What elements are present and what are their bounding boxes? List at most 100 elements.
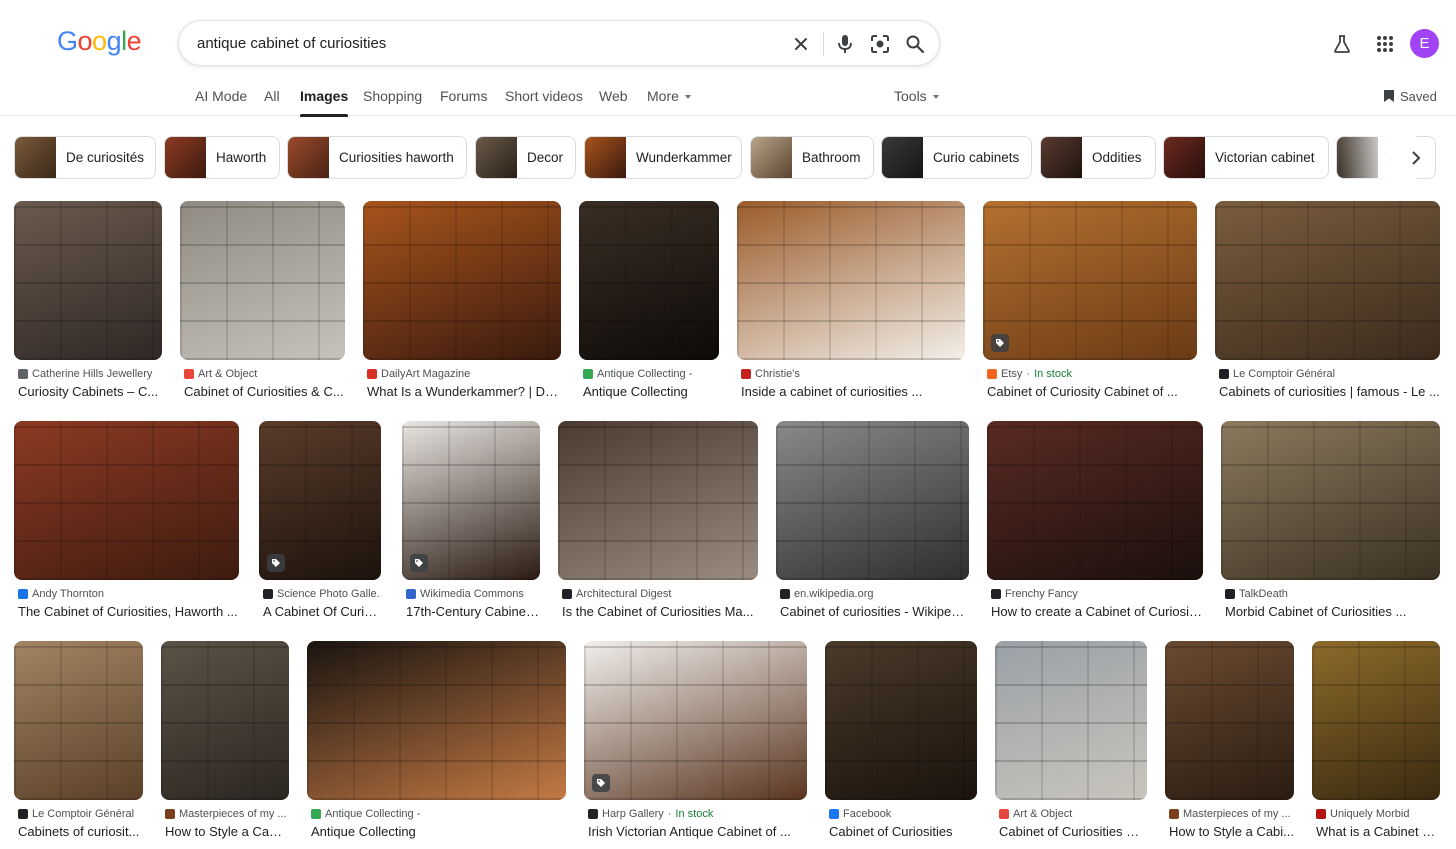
- result-thumbnail[interactable]: [14, 201, 162, 360]
- result-title[interactable]: Antique Collecting: [583, 384, 719, 399]
- result-title[interactable]: Morbid Cabinet of Curiosities ...: [1225, 604, 1440, 619]
- result-thumbnail[interactable]: [1221, 421, 1440, 580]
- result-thumbnail[interactable]: [995, 641, 1147, 800]
- chip-decor[interactable]: Decor: [475, 136, 576, 179]
- result-thumbnail[interactable]: [161, 641, 289, 800]
- image-result[interactable]: Etsy · In stock Cabinet of Curiosity Cabine…: [983, 201, 1197, 406]
- result-source[interactable]: Science Photo Galle...: [263, 588, 381, 600]
- image-result[interactable]: Antique Collecting - Antique Collecting: [579, 201, 719, 406]
- tab-all[interactable]: All: [264, 88, 280, 116]
- result-source[interactable]: Christie's: [741, 368, 965, 380]
- image-result[interactable]: Andy Thornton The Cabinet of Curiosities,…: [14, 421, 239, 626]
- tab-ai-mode[interactable]: AI Mode: [195, 88, 247, 116]
- result-thumbnail[interactable]: [737, 201, 965, 360]
- chip-wunderkammer[interactable]: Wunderkammer: [584, 136, 742, 179]
- image-result[interactable]: Masterpieces of my ... How to Style a Cab…: [161, 641, 289, 846]
- chip-haworth[interactable]: Haworth: [164, 136, 280, 179]
- image-result[interactable]: Harp Gallery · In stock Irish Victorian Ant…: [584, 641, 807, 846]
- result-title[interactable]: Cabinet of Curiosities & C...: [184, 384, 345, 399]
- image-result[interactable]: Art & Object Cabinet of Curiosities & C..…: [180, 201, 345, 406]
- tab-forums[interactable]: Forums: [440, 88, 487, 116]
- result-source[interactable]: Art & Object: [999, 808, 1147, 820]
- result-thumbnail[interactable]: [983, 201, 1197, 360]
- result-thumbnail[interactable]: [180, 201, 345, 360]
- result-thumbnail[interactable]: [402, 421, 540, 580]
- result-source[interactable]: Frenchy Fancy: [991, 588, 1203, 600]
- result-source[interactable]: Architectural Digest: [562, 588, 758, 600]
- result-title[interactable]: What is a Cabinet o...: [1316, 824, 1440, 839]
- image-result[interactable]: en.wikipedia.org Cabinet of curiosities -…: [776, 421, 969, 626]
- search-icon[interactable]: [904, 33, 926, 55]
- result-source[interactable]: Wikimedia Commons: [406, 588, 540, 600]
- result-title[interactable]: Cabinet of Curiosities & ...: [999, 824, 1147, 839]
- tab-images[interactable]: Images: [300, 88, 349, 117]
- microphone-icon[interactable]: [834, 33, 856, 55]
- result-source[interactable]: TalkDeath: [1225, 588, 1440, 600]
- result-thumbnail[interactable]: [584, 641, 807, 800]
- result-source[interactable]: Le Comptoir Général: [18, 808, 143, 820]
- chevron-right-icon[interactable]: [1404, 146, 1428, 170]
- result-title[interactable]: Antique Collecting: [311, 824, 566, 839]
- result-source[interactable]: Andy Thornton: [18, 588, 239, 600]
- result-thumbnail[interactable]: [259, 421, 381, 580]
- result-thumbnail[interactable]: [825, 641, 977, 800]
- image-result[interactable]: Christie's Inside a cabinet of curiositie…: [737, 201, 965, 406]
- result-source[interactable]: Facebook: [829, 808, 977, 820]
- result-title[interactable]: How to create a Cabinet of Curiosit...: [991, 604, 1203, 619]
- image-result[interactable]: Antique Collecting - Antique Collecting: [307, 641, 566, 846]
- chip-bathroom[interactable]: Bathroom: [750, 136, 874, 179]
- chip-de-curiosites[interactable]: De curiosités: [14, 136, 156, 179]
- result-source[interactable]: Harp Gallery · In stock: [588, 808, 807, 820]
- result-title[interactable]: Cabinet of Curiosities: [829, 824, 977, 839]
- result-thumbnail[interactable]: [1215, 201, 1440, 360]
- result-title[interactable]: How to Style a Cabi...: [165, 824, 289, 839]
- labs-flask-icon[interactable]: [1326, 28, 1358, 60]
- tab-more[interactable]: More: [647, 88, 691, 116]
- result-source[interactable]: en.wikipedia.org: [780, 588, 969, 600]
- result-source[interactable]: Masterpieces of my ...: [165, 808, 289, 820]
- image-result[interactable]: Le Comptoir Général Cabinets of curiosit.…: [14, 641, 143, 846]
- chip-curio-cabinets[interactable]: Curio cabinets: [881, 136, 1032, 179]
- result-thumbnail[interactable]: [987, 421, 1203, 580]
- result-thumbnail[interactable]: [776, 421, 969, 580]
- image-result[interactable]: DailyArt Magazine What Is a Wunderkammer?…: [363, 201, 561, 406]
- result-title[interactable]: How to Style a Cabi...: [1169, 824, 1294, 839]
- image-result[interactable]: Art & Object Cabinet of Curiosities & ...: [995, 641, 1147, 846]
- image-result[interactable]: Architectural Digest Is the Cabinet of Cu…: [558, 421, 758, 626]
- result-title[interactable]: Curiosity Cabinets – C...: [18, 384, 162, 399]
- result-source[interactable]: Catherine Hills Jewellery: [18, 368, 162, 380]
- tools-button[interactable]: Tools: [894, 88, 939, 116]
- result-title[interactable]: Cabinets of curiosit...: [18, 824, 143, 839]
- image-result[interactable]: Frenchy Fancy How to create a Cabinet of …: [987, 421, 1203, 626]
- google-logo[interactable]: Google: [57, 26, 142, 57]
- result-title[interactable]: Cabinets of curiosities | famous - Le ..…: [1219, 384, 1440, 399]
- clear-icon[interactable]: [790, 33, 812, 55]
- image-result[interactable]: Science Photo Galle... A Cabinet Of Curio…: [259, 421, 381, 626]
- result-title[interactable]: 17th-Century Cabinet ...: [406, 604, 540, 619]
- result-thumbnail[interactable]: [558, 421, 758, 580]
- image-result[interactable]: Facebook Cabinet of Curiosities: [825, 641, 977, 846]
- image-result[interactable]: TalkDeath Morbid Cabinet of Curiosities .…: [1221, 421, 1440, 626]
- result-thumbnail[interactable]: [579, 201, 719, 360]
- result-title[interactable]: Is the Cabinet of Curiosities Ma...: [562, 604, 758, 619]
- image-result[interactable]: Catherine Hills Jewellery Curiosity Cabin…: [14, 201, 162, 406]
- apps-grid-icon[interactable]: [1369, 28, 1401, 60]
- result-thumbnail[interactable]: [1312, 641, 1440, 800]
- result-title[interactable]: Cabinet of curiosities - Wikiped...: [780, 604, 969, 619]
- image-result[interactable]: Wikimedia Commons 17th-Century Cabinet ..…: [402, 421, 540, 626]
- result-source[interactable]: Antique Collecting -: [583, 368, 719, 380]
- search-input[interactable]: antique cabinet of curiosities: [197, 35, 386, 52]
- result-source[interactable]: Antique Collecting -: [311, 808, 566, 820]
- chip-victorian-cabinet[interactable]: Victorian cabinet: [1163, 136, 1329, 179]
- chip-curiosities-haworth[interactable]: Curiosities haworth: [287, 136, 467, 179]
- search-box[interactable]: antique cabinet of curiosities: [178, 20, 940, 66]
- result-thumbnail[interactable]: [1165, 641, 1294, 800]
- result-title[interactable]: Inside a cabinet of curiosities ...: [741, 384, 965, 399]
- result-thumbnail[interactable]: [14, 421, 239, 580]
- result-title[interactable]: A Cabinet Of Curios...: [263, 604, 381, 619]
- result-title[interactable]: The Cabinet of Curiosities, Haworth ...: [18, 604, 239, 619]
- result-title[interactable]: Irish Victorian Antique Cabinet of ...: [588, 824, 807, 839]
- account-avatar[interactable]: E: [1410, 29, 1439, 58]
- result-thumbnail[interactable]: [14, 641, 143, 800]
- camera-lens-icon[interactable]: [869, 33, 891, 55]
